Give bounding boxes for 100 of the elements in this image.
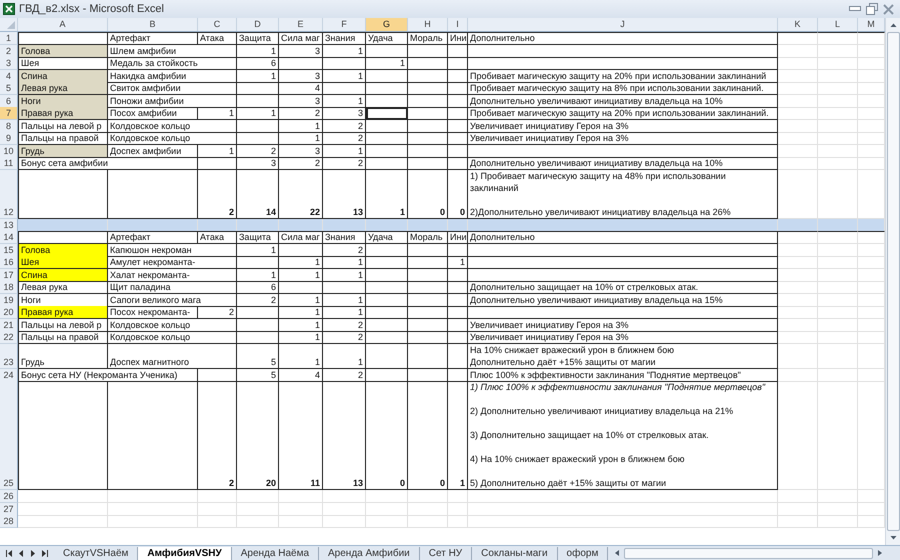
table-cell: 2 [323,157,366,170]
empty-cell [408,268,448,282]
table-cell: 2 [237,144,279,158]
empty-cell [366,515,408,528]
empty-cell [366,107,408,120]
table-cell: Посох амфибии [108,107,198,120]
empty-cell [408,281,448,294]
table-cell: Увеличивает инициативу Героя на 3% [468,120,778,132]
minimize-icon[interactable] [849,6,861,12]
sheet-tab[interactable]: Аренда Амфибии [319,546,420,560]
last-sheet-icon[interactable] [40,548,50,558]
table-cell: Правая рука [18,306,108,319]
row-header[interactable]: 7 [0,107,18,120]
row-header[interactable]: 11 [0,157,18,170]
row-header[interactable]: 28 [0,515,18,528]
table-cell: 1 [279,132,323,145]
empty-cell [408,256,448,269]
column-header[interactable]: H [408,18,448,31]
row-header[interactable]: 23 [0,344,18,368]
table-cell: Удача [366,32,408,45]
row-header[interactable]: 19 [0,294,18,306]
row-header[interactable]: 24 [0,368,18,382]
row-header[interactable]: 16 [0,256,18,269]
spreadsheet-app-icon [3,3,15,15]
row-header[interactable]: 4 [0,70,18,82]
row-header[interactable]: 21 [0,318,18,332]
table-cell: 1 [279,344,323,368]
table-cell: 1 [323,294,366,306]
empty-cell [366,256,408,269]
sheet-tab[interactable]: Аренда Наёма [232,546,320,560]
table-cell: 1 [198,107,237,120]
row-header[interactable]: 14 [0,231,18,244]
column-header[interactable]: L [818,18,858,31]
table-cell: Увеличивает инициативу Героя на 3% [468,318,778,332]
column-header[interactable]: J [468,18,778,31]
row-header[interactable]: 8 [0,120,18,132]
restore-icon[interactable] [866,3,878,15]
sheet-tab[interactable]: Сет НУ [420,546,472,560]
column-header[interactable]: A [18,18,108,31]
first-sheet-icon[interactable] [4,548,14,558]
empty-cell [818,70,858,82]
row-header[interactable]: 10 [0,144,18,158]
column-header[interactable]: D [237,18,279,31]
table-cell: Артефакт [108,32,198,45]
row-header[interactable]: 1 [0,32,18,45]
table-cell: 2 [237,294,279,306]
empty-cell [408,331,448,344]
sheet-tab[interactable]: АмфибияVSНУ [138,546,232,560]
row-header[interactable]: 20 [0,306,18,319]
row-header[interactable]: 3 [0,57,18,70]
row-header[interactable]: 6 [0,94,18,108]
vertical-scrollbar[interactable] [885,18,900,545]
table-cell: Шлем амфибии [108,44,237,58]
sheet-tab[interactable]: оформ [558,546,608,560]
empty-cell [778,281,818,294]
empty-cell [448,294,468,306]
scrollbar-thumb[interactable] [886,32,900,531]
table-cell: 1 [237,244,279,256]
column-header[interactable]: K [778,18,818,31]
column-header[interactable]: G [366,18,408,31]
row-header[interactable]: 26 [0,490,18,503]
table-cell: 2 [198,306,237,319]
table-cell: Дополнительно увеличивают инициативу владельца на 10% [468,157,778,170]
column-header[interactable]: E [279,18,323,31]
empty-cell [279,244,323,256]
table-cell: 2 [279,157,323,170]
table-cell: Удача [366,231,408,244]
table-cell: Ини [448,231,468,244]
corner-triangle-icon [7,21,15,29]
empty-cell [818,132,858,145]
row-header[interactable]: 18 [0,281,18,294]
empty-cell [818,32,858,45]
empty-cell [408,244,448,256]
column-header[interactable]: C [198,18,237,31]
row-header[interactable]: 2 [0,44,18,58]
table-cell: 1 [323,70,366,82]
table-cell: Пальцы на левой р [18,120,108,132]
column-header[interactable]: B [108,18,198,31]
row-header[interactable]: 9 [0,132,18,145]
empty-cell [408,94,448,108]
row-header[interactable]: 22 [0,331,18,344]
row-header[interactable]: 17 [0,268,18,282]
column-header[interactable]: I [448,18,468,31]
table-cell: Голова [18,44,108,58]
empty-cell [448,490,468,503]
empty-cell [448,344,468,368]
empty-cell [237,490,279,503]
row-header[interactable]: 25 [0,381,18,490]
row-header[interactable]: 13 [0,218,18,232]
sheet-tab[interactable]: Сокланы-маги [472,546,558,560]
empty-cell [448,331,468,344]
empty-cell [778,32,818,45]
row-header[interactable]: 27 [0,502,18,516]
row-header[interactable]: 15 [0,244,18,256]
table-cell: Знания [323,231,366,244]
empty-cell [448,157,468,170]
row-header[interactable]: 12 [0,170,18,218]
row-header[interactable]: 5 [0,82,18,95]
empty-cell [323,57,366,70]
empty-cell [198,157,237,170]
